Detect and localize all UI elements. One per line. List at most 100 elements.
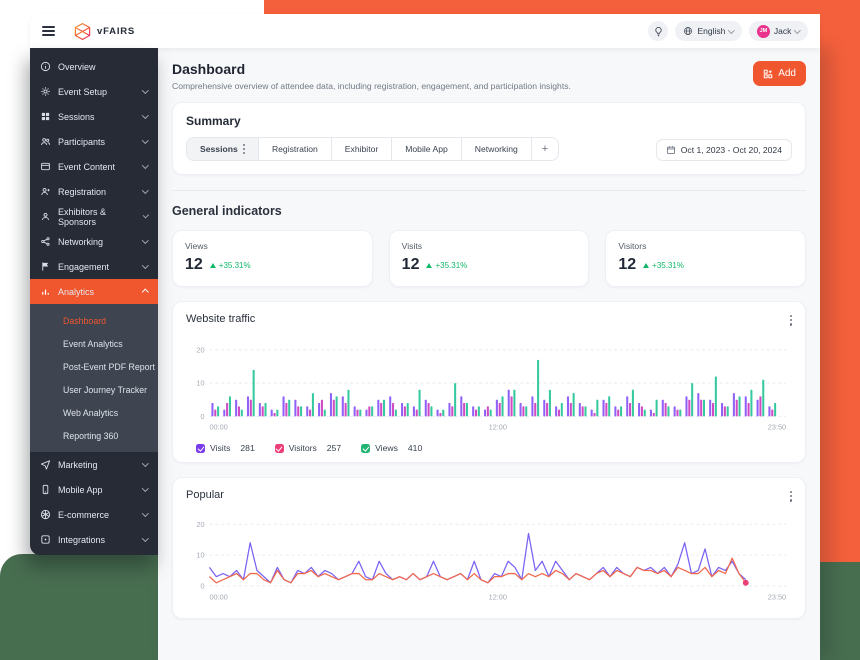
checkbox-visitors[interactable] (275, 444, 284, 453)
page-title: Dashboard (172, 61, 806, 77)
indicator-value: 12 (402, 256, 420, 274)
vfairs-logo-icon (73, 22, 92, 41)
svg-text:12:00: 12:00 (489, 592, 507, 601)
date-range-label: Oct 1, 2023 - Oct 20, 2024 (681, 145, 782, 155)
page-header: Dashboard Comprehensive overview of atte… (172, 61, 806, 91)
grid-icon (40, 111, 51, 122)
tab-exhibitor[interactable]: Exhibitor (332, 138, 392, 160)
svg-text:00:00: 00:00 (209, 592, 227, 601)
card-menu-icon[interactable] (790, 491, 792, 502)
chevron-down-icon (142, 535, 148, 541)
legend-value: 281 (240, 443, 254, 453)
indicator-delta: +35.31% (643, 261, 684, 270)
chevron-down-icon (142, 485, 148, 491)
legend-item-visitors[interactable]: Visitors 257 (275, 443, 341, 453)
language-selector[interactable]: English (675, 21, 741, 41)
user-name: Jack (774, 26, 791, 36)
checkbox-visits[interactable] (196, 444, 205, 453)
sidebar-item-event-setup[interactable]: Event Setup (30, 79, 158, 104)
legend-label: Views (375, 443, 398, 453)
sidebar-item-exhibitors[interactable]: Exhibitors & Sponsors (30, 204, 158, 229)
trend-up-icon (426, 263, 432, 268)
tab-menu-icon[interactable] (243, 144, 245, 155)
sidebar-item-mobile-app[interactable]: Mobile App (30, 477, 158, 502)
checkbox-views[interactable] (361, 444, 370, 453)
sidebar-item-label: Marketing (58, 460, 98, 470)
trend-up-icon (210, 263, 216, 268)
sidebar-item-networking[interactable]: Networking (30, 229, 158, 254)
brand-logo[interactable]: vFAIRS (73, 22, 135, 41)
indicator-card-visitors: Visitors 12 +35.31% (605, 230, 806, 287)
submenu-item-dashboard[interactable]: Dashboard (30, 309, 158, 332)
tab-label: Exhibitor (345, 138, 378, 160)
card-menu-icon[interactable] (790, 315, 792, 326)
svg-text:00:00: 00:00 (209, 423, 227, 432)
date-range-picker[interactable]: Oct 1, 2023 - Oct 20, 2024 (656, 139, 792, 161)
sidebar-item-engagement[interactable]: Engagement (30, 254, 158, 279)
indicator-card-views: Views 12 +35.31% (172, 230, 373, 287)
topbar: vFAIRS English JM Jack (30, 14, 820, 48)
flag-icon (40, 261, 51, 272)
tab-label: Networking (475, 138, 518, 160)
sidebar-item-ecommerce[interactable]: E-commerce (30, 502, 158, 527)
person-plus-icon (40, 186, 51, 197)
tab-label: Mobile App (405, 138, 448, 160)
submenu-item-event-analytics[interactable]: Event Analytics (30, 332, 158, 355)
sidebar-item-label: Integrations (58, 535, 105, 545)
chevron-down-icon (142, 262, 148, 268)
chevron-down-icon (142, 112, 148, 118)
chevron-down-icon (142, 187, 148, 193)
tab-registration[interactable]: Registration (259, 138, 332, 160)
indicator-delta: +35.31% (210, 261, 251, 270)
bar-chart-icon (40, 286, 51, 297)
sidebar-item-label: Participants (58, 137, 105, 147)
trend-up-icon (643, 263, 649, 268)
people-icon (40, 136, 51, 147)
sidebar-item-event-content[interactable]: Event Content (30, 154, 158, 179)
analytics-submenu: Dashboard Event Analytics Post-Event PDF… (30, 304, 158, 452)
svg-text:20: 20 (196, 345, 204, 354)
tab-mobile-app[interactable]: Mobile App (392, 138, 462, 160)
sidebar-item-overview[interactable]: Overview (30, 54, 158, 79)
sidebar-item-registration[interactable]: Registration (30, 179, 158, 204)
summary-tabs: Sessions Registration Exhibitor Mobile A… (186, 137, 559, 161)
legend-item-views[interactable]: Views 410 (361, 443, 422, 453)
gear-icon (40, 86, 51, 97)
tab-label: Registration (272, 138, 318, 160)
tab-sessions[interactable]: Sessions (187, 138, 259, 160)
indicator-label: Views (185, 241, 360, 251)
sidebar-item-integrations[interactable]: Integrations (30, 527, 158, 552)
sidebar-item-sessions[interactable]: Sessions (30, 104, 158, 129)
person-icon (40, 211, 51, 222)
chevron-down-icon (142, 237, 148, 243)
sidebar-item-label: Engagement (58, 262, 109, 272)
sidebar-item-label: Overview (58, 62, 96, 72)
brand-name: vFAIRS (97, 26, 135, 37)
content-card-icon (40, 161, 51, 172)
plugin-icon (40, 534, 51, 545)
submenu-item-reporting-360[interactable]: Reporting 360 (30, 424, 158, 447)
tab-networking[interactable]: Networking (462, 138, 532, 160)
tips-button[interactable] (648, 21, 668, 41)
sidebar-item-analytics[interactable]: Analytics (30, 279, 158, 304)
add-button-label: Add (778, 68, 796, 79)
legend-item-visits[interactable]: Visits 281 (196, 443, 255, 453)
sidebar-item-label: Exhibitors & Sponsors (58, 207, 137, 227)
sidebar-item-marketing[interactable]: Marketing (30, 452, 158, 477)
add-button[interactable]: Add (753, 61, 806, 86)
indicator-label: Visits (402, 241, 577, 251)
svg-text:0: 0 (200, 581, 204, 590)
share-icon (40, 236, 51, 247)
sidebar-item-participants[interactable]: Participants (30, 129, 158, 154)
add-tab-button[interactable]: + (532, 138, 558, 160)
globe-icon (683, 26, 693, 36)
indicator-delta: +35.31% (426, 261, 467, 270)
page-subtitle: Comprehensive overview of attendee data,… (172, 81, 806, 91)
submenu-item-user-journey-tracker[interactable]: User Journey Tracker (30, 378, 158, 401)
hamburger-menu-icon[interactable] (42, 26, 55, 37)
tab-label: Sessions (200, 138, 238, 160)
submenu-item-post-event-pdf-report[interactable]: Post-Event PDF Report (30, 355, 158, 378)
user-menu[interactable]: JM Jack (749, 21, 808, 41)
sidebar-item-label: Event Setup (58, 87, 107, 97)
submenu-item-web-analytics[interactable]: Web Analytics (30, 401, 158, 424)
